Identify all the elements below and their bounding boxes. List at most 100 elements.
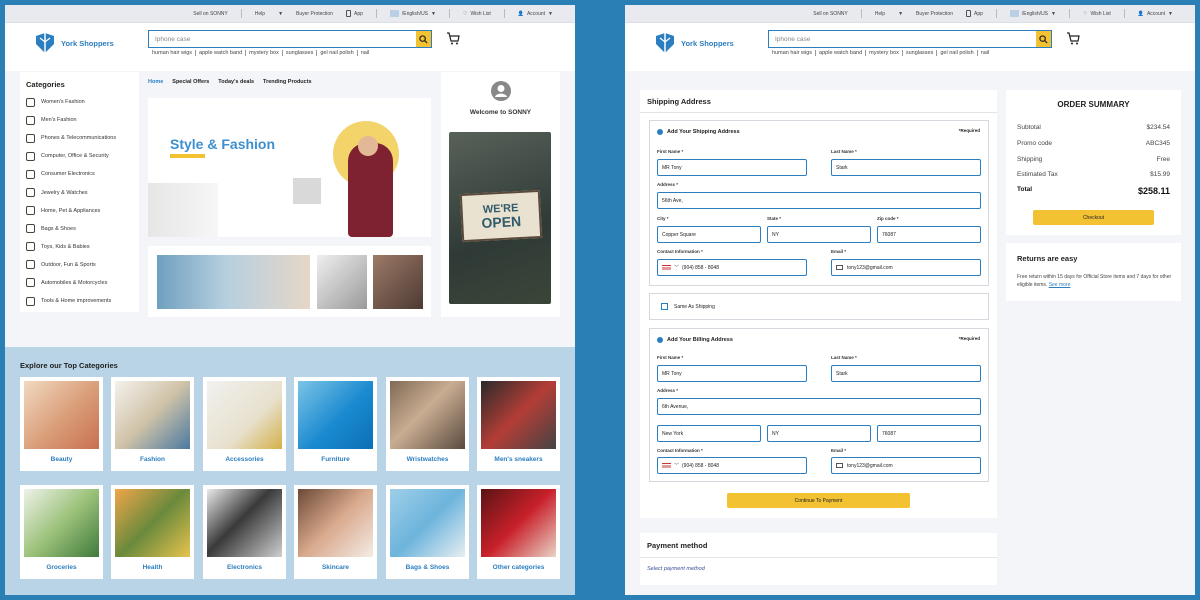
- search-input[interactable]: [149, 31, 416, 47]
- subtotal-value: $234.54: [1146, 124, 1171, 131]
- account-menu[interactable]: 👤 Account ▼: [1138, 11, 1173, 17]
- category-item[interactable]: Consumer Electronics: [20, 165, 139, 183]
- last-name-field[interactable]: Stark: [831, 159, 981, 176]
- wishlist-link[interactable]: ♡ Wish List: [463, 11, 491, 17]
- nav-trending-products[interactable]: Trending Products: [263, 79, 312, 85]
- category-tile-accessories[interactable]: Accessories: [203, 377, 286, 471]
- billing-last-name-field[interactable]: Stark: [831, 365, 981, 382]
- billing-zip-field[interactable]: 76087: [877, 425, 981, 442]
- select-payment-method-link[interactable]: Select payment method: [647, 566, 705, 572]
- category-tile-groceries[interactable]: Groceries: [20, 485, 103, 579]
- category-item[interactable]: Phones & Telecommunications: [20, 129, 139, 147]
- app-link[interactable]: App: [965, 10, 983, 17]
- language-selector[interactable]: /English/US ▼: [1009, 10, 1056, 17]
- account-menu[interactable]: 👤 Account ▼: [518, 11, 553, 17]
- category-tile-electronics[interactable]: Electronics: [203, 485, 286, 579]
- cart-icon[interactable]: [1066, 32, 1080, 45]
- zip-field[interactable]: 76087: [877, 226, 981, 243]
- category-tile-health[interactable]: Health: [111, 485, 194, 579]
- billing-address-field[interactable]: 6th Avenue,: [657, 398, 981, 415]
- suggestion-tag[interactable]: apple watch band: [819, 50, 867, 56]
- logo[interactable]: York Shoppers: [653, 32, 734, 54]
- suggestion-tag[interactable]: mystery box: [249, 50, 283, 56]
- email-field[interactable]: tony123@gmail.com: [831, 259, 981, 276]
- search-button[interactable]: [416, 31, 431, 47]
- billing-first-name-field[interactable]: MR Tony: [657, 365, 807, 382]
- chevron-down-icon[interactable]: ▼: [278, 11, 283, 17]
- suggestion-tag[interactable]: nail: [981, 50, 993, 56]
- billing-state-field[interactable]: NY: [767, 425, 871, 442]
- category-item[interactable]: Bags & Shoes: [20, 220, 139, 238]
- category-item[interactable]: Home, Pet & Appliances: [20, 202, 139, 220]
- checkout-button[interactable]: Checkout: [1033, 210, 1154, 225]
- home-icon: [26, 206, 35, 216]
- category-item[interactable]: Toys, Kids & Babies: [20, 238, 139, 256]
- category-item[interactable]: Outdoor, Fun & Sports: [20, 256, 139, 274]
- see-more-link[interactable]: See more: [1049, 282, 1071, 288]
- billing-city-field[interactable]: New York: [657, 425, 761, 442]
- chevron-down-icon[interactable]: ﹀: [674, 462, 679, 469]
- chevron-down-icon[interactable]: ▼: [898, 11, 903, 17]
- help-link[interactable]: Help: [875, 11, 885, 17]
- category-item[interactable]: Computer, Office & Security: [20, 147, 139, 165]
- category-tile-wristwatches[interactable]: Wristwatches: [386, 377, 469, 471]
- buyer-protection-link[interactable]: Buyer Protection: [916, 11, 953, 17]
- category-tile-fashion[interactable]: Fashion: [111, 377, 194, 471]
- explore-categories: Explore our Top Categories Beauty Fashio…: [5, 347, 575, 595]
- first-name-field[interactable]: MR Tony: [657, 159, 807, 176]
- suggestion-tag[interactable]: human hair wigs: [772, 50, 817, 56]
- suggestion-tag[interactable]: gel nail polish: [940, 50, 978, 56]
- address-field[interactable]: 56th Ave,: [657, 192, 981, 209]
- billing-phone-field[interactable]: ﹀ (904) 858 - 8048: [657, 457, 807, 474]
- category-item[interactable]: Automobiles & Motorcycles: [20, 274, 139, 292]
- category-tile-furniture[interactable]: Furniture: [294, 377, 377, 471]
- suggestion-tag[interactable]: apple watch band: [199, 50, 247, 56]
- nav-special-offers[interactable]: Special Offers: [172, 79, 209, 85]
- app-link[interactable]: App: [345, 10, 363, 17]
- suggestion-tag[interactable]: human hair wigs: [152, 50, 197, 56]
- tile-label: Wristwatches: [406, 456, 449, 463]
- avatar[interactable]: [491, 81, 511, 101]
- wishlist-link[interactable]: ♡ Wish List: [1083, 11, 1111, 17]
- suggestion-tag[interactable]: sunglasses: [906, 50, 938, 56]
- category-tile-bags-shoes[interactable]: Bags & Shoes: [386, 485, 469, 579]
- search-input[interactable]: [769, 31, 1036, 47]
- suggestion-tag[interactable]: gel nail polish: [320, 50, 358, 56]
- suggestion-tag[interactable]: sunglasses: [286, 50, 318, 56]
- billing-email-field[interactable]: tony123@gmail.com: [831, 457, 981, 474]
- hero-banner[interactable]: Style & Fashion: [148, 98, 431, 237]
- boutique-image[interactable]: [373, 255, 423, 309]
- category-item[interactable]: Men's Fashion: [20, 111, 139, 129]
- same-as-shipping-checkbox[interactable]: [661, 303, 668, 310]
- category-tile-skincare[interactable]: Skincare: [294, 485, 377, 579]
- app-label: App: [353, 10, 363, 17]
- sunglasses-image[interactable]: [317, 255, 367, 309]
- category-item[interactable]: Jewelry & Watches: [20, 183, 139, 201]
- continue-to-payment-button[interactable]: Continue To Payment: [727, 493, 910, 508]
- category-tile-beauty[interactable]: Beauty: [20, 377, 103, 471]
- state-field[interactable]: NY: [767, 226, 871, 243]
- sell-link[interactable]: Sell on SONNY: [193, 11, 227, 17]
- category-item[interactable]: Women's Fashion: [20, 93, 139, 111]
- suggestion-tag[interactable]: nail: [361, 50, 373, 56]
- help-link[interactable]: Help: [255, 11, 265, 17]
- clothes-rack-image[interactable]: [157, 255, 310, 309]
- category-label: Computer, Office & Security: [41, 153, 109, 160]
- city-field[interactable]: Copper Square: [657, 226, 761, 243]
- nav-home[interactable]: Home: [148, 79, 163, 85]
- logo[interactable]: York Shoppers: [33, 32, 114, 54]
- category-item[interactable]: Tools & Home improvements: [20, 292, 139, 310]
- cart-icon[interactable]: [446, 32, 460, 45]
- same-as-shipping-option[interactable]: Same As Shipping: [649, 293, 989, 320]
- state-value: NY: [772, 430, 779, 437]
- category-tile-mens-sneakers[interactable]: Men's sneakers: [477, 377, 560, 471]
- search-button[interactable]: [1036, 31, 1051, 47]
- chevron-down-icon[interactable]: ﹀: [674, 264, 679, 271]
- phone-field[interactable]: ﹀ (904) 858 - 8048: [657, 259, 807, 276]
- suggestion-tag[interactable]: mystery box: [869, 50, 903, 56]
- language-selector[interactable]: /English/US ▼: [389, 10, 436, 17]
- nav-todays-deals[interactable]: Today's deals: [218, 79, 254, 85]
- sell-link[interactable]: Sell on SONNY: [813, 11, 847, 17]
- buyer-protection-link[interactable]: Buyer Protection: [296, 11, 333, 17]
- category-tile-other[interactable]: Other categories: [477, 485, 560, 579]
